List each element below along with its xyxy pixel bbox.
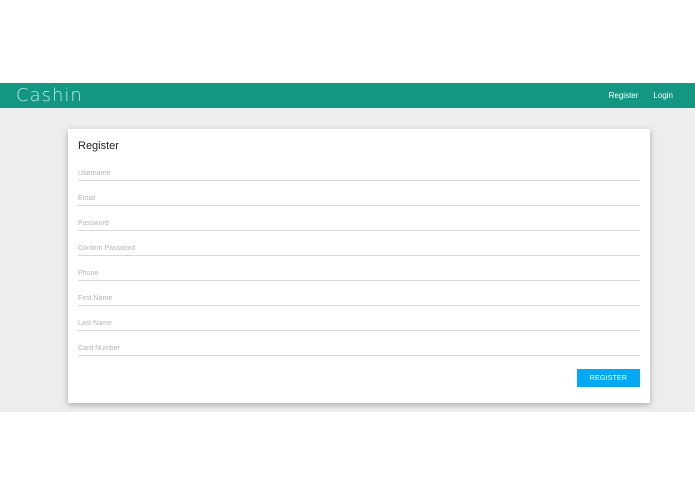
last-name-field[interactable]: [78, 316, 640, 331]
card-number-field[interactable]: [78, 341, 640, 356]
password-field[interactable]: [78, 216, 640, 231]
nav-links: Register Login: [609, 91, 673, 100]
first-name-field[interactable]: [78, 291, 640, 306]
username-field[interactable]: [78, 166, 640, 181]
phone-field[interactable]: [78, 266, 640, 281]
register-button[interactable]: REGISTER: [577, 369, 640, 387]
nav-login-link[interactable]: Login: [653, 91, 673, 100]
confirm-password-field[interactable]: [78, 241, 640, 256]
form-title: Register: [78, 140, 119, 152]
app-container: Cashin Register Login Register REGISTER: [0, 83, 695, 412]
register-card: Register REGISTER: [68, 129, 650, 403]
email-field[interactable]: [78, 191, 640, 206]
top-navbar: Cashin Register Login: [0, 83, 695, 108]
brand-logo[interactable]: Cashin: [16, 83, 83, 108]
nav-register-link[interactable]: Register: [609, 91, 639, 100]
